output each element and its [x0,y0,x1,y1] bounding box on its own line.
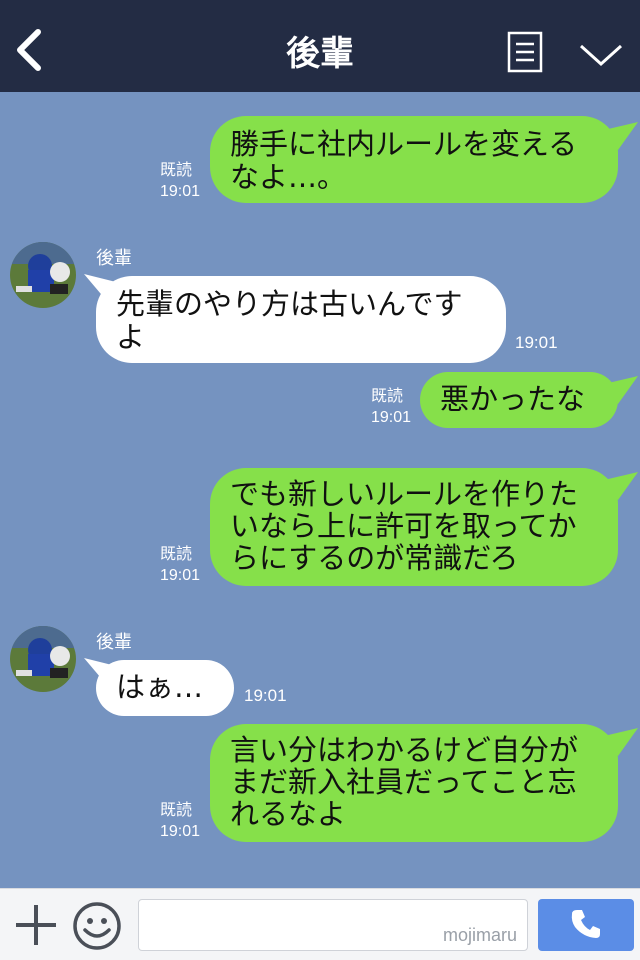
smiley-icon[interactable] [72,901,122,951]
read-receipt: 既読 [371,388,404,405]
bubble-tail [604,122,638,150]
bubble-tail [604,472,638,500]
read-receipt: 既読 [160,546,193,563]
message-bubble-received[interactable]: 先輩のやり方は古いんです よ [96,276,506,363]
chat-header: 後輩 [0,0,640,92]
input-bar: mojimaru [0,888,640,960]
message-list: 既読 19:01 勝手に社内ルールを変える なよ…。 後輩 先輩のやり方は古いん… [0,92,640,888]
message-meta: 既読 19:01 [371,386,411,428]
message-time: 19:01 [244,686,287,705]
chevron-down-icon[interactable] [578,40,624,70]
message-bubble-sent[interactable]: でも新しいルールを作りた いなら上に許可を取ってか らにするのが常識だろ [210,468,618,586]
bubble-tail [604,376,638,404]
avatar[interactable] [10,626,76,692]
avatar[interactable] [10,242,76,308]
memo-icon[interactable] [506,30,544,74]
message-input[interactable]: mojimaru [138,899,528,951]
message-time: 19:01 [160,823,201,840]
bubble-tail [604,728,638,756]
message-bubble-sent[interactable]: 勝手に社内ルールを変える なよ…。 [210,116,618,203]
call-button[interactable] [538,899,634,951]
message-time: 19:01 [160,183,201,200]
plus-icon[interactable] [14,903,58,947]
chat-title: 後輩 [286,34,354,74]
message-meta: 既読 19:01 [160,160,200,202]
message-bubble-received[interactable]: はぁ… [96,660,234,716]
message-time: 19:01 [160,567,201,584]
message-time: 19:01 [515,333,558,352]
message-meta: 既読 19:01 [160,544,200,586]
message-time: 19:01 [371,409,412,426]
phone-icon [571,910,600,938]
sender-name: 後輩 [96,248,132,269]
avatar-photo [10,626,76,692]
avatar-photo [10,242,76,308]
message-meta: 既読 19:01 [160,800,200,842]
read-receipt: 既読 [160,802,193,819]
sender-name: 後輩 [96,632,132,653]
message-bubble-sent[interactable]: 言い分はわかるけど自分が まだ新入社員だってこと忘 れるなよ [210,724,618,842]
message-bubble-sent[interactable]: 悪かったな [420,372,618,428]
read-receipt: 既読 [160,162,193,179]
watermark: mojimaru [442,925,517,945]
